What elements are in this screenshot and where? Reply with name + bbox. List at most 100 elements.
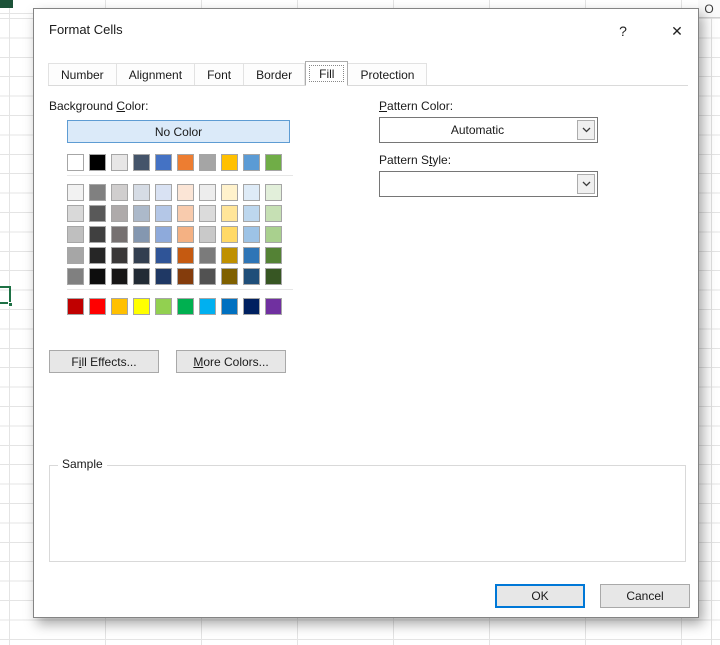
color-swatch[interactable] [199, 298, 216, 315]
palette-row [67, 154, 293, 171]
color-swatch[interactable] [67, 298, 84, 315]
pattern-style-dropdown[interactable] [379, 171, 598, 197]
selection-fill-handle[interactable] [8, 302, 13, 307]
color-swatch[interactable] [221, 154, 238, 171]
color-swatch[interactable] [155, 226, 172, 243]
color-swatch[interactable] [221, 226, 238, 243]
color-swatch[interactable] [265, 247, 282, 264]
fill-effects-button[interactable]: Fill Effects... [49, 350, 159, 373]
color-swatch[interactable] [67, 247, 84, 264]
color-swatch[interactable] [111, 205, 128, 222]
color-swatch[interactable] [89, 205, 106, 222]
palette-separator [67, 175, 293, 176]
color-swatch[interactable] [221, 205, 238, 222]
color-swatch[interactable] [177, 268, 194, 285]
color-swatch[interactable] [133, 154, 150, 171]
color-swatch[interactable] [133, 205, 150, 222]
color-swatch[interactable] [89, 268, 106, 285]
color-swatch[interactable] [199, 226, 216, 243]
color-swatch[interactable] [243, 247, 260, 264]
pattern-style-dropdown-button[interactable] [577, 174, 595, 194]
color-swatch[interactable] [265, 226, 282, 243]
color-swatch[interactable] [177, 226, 194, 243]
sample-groupbox: Sample [49, 465, 686, 562]
pattern-style-value [380, 172, 575, 196]
color-swatch[interactable] [89, 298, 106, 315]
color-swatch[interactable] [265, 154, 282, 171]
color-swatch[interactable] [243, 205, 260, 222]
color-swatch[interactable] [243, 226, 260, 243]
color-swatch[interactable] [177, 298, 194, 315]
more-colors-button[interactable]: More Colors... [176, 350, 286, 373]
color-swatch[interactable] [265, 184, 282, 201]
pattern-color-dropdown[interactable]: Automatic [379, 117, 598, 143]
color-swatch[interactable] [155, 298, 172, 315]
tab-number[interactable]: Number [48, 63, 117, 85]
color-swatch[interactable] [155, 268, 172, 285]
dialog-titlebar[interactable]: Format Cells ? ✕ [34, 9, 698, 53]
palette-row [67, 268, 293, 285]
sheet-corner-fragment [0, 0, 13, 8]
color-swatch[interactable] [89, 154, 106, 171]
close-icon[interactable]: ✕ [664, 19, 690, 43]
column-header-o[interactable]: O [698, 0, 720, 18]
color-swatch[interactable] [133, 268, 150, 285]
color-swatch[interactable] [67, 154, 84, 171]
color-swatch[interactable] [199, 268, 216, 285]
color-swatch[interactable] [199, 184, 216, 201]
color-swatch[interactable] [177, 205, 194, 222]
color-swatch[interactable] [265, 205, 282, 222]
color-swatch[interactable] [111, 184, 128, 201]
no-color-button[interactable]: No Color [67, 120, 290, 143]
color-swatch[interactable] [111, 226, 128, 243]
chevron-down-icon [582, 181, 591, 187]
color-swatch[interactable] [221, 184, 238, 201]
color-swatch[interactable] [133, 226, 150, 243]
color-swatch[interactable] [265, 298, 282, 315]
grid-line [711, 0, 712, 645]
tab-protection[interactable]: Protection [348, 63, 427, 85]
color-swatch[interactable] [67, 184, 84, 201]
ok-button[interactable]: OK [495, 584, 585, 608]
color-swatch[interactable] [111, 298, 128, 315]
pattern-color-dropdown-button[interactable] [577, 120, 595, 140]
color-swatch[interactable] [243, 298, 260, 315]
color-swatch[interactable] [243, 184, 260, 201]
tab-font[interactable]: Font [195, 63, 244, 85]
tab-border[interactable]: Border [244, 63, 305, 85]
color-swatch[interactable] [133, 184, 150, 201]
color-swatch[interactable] [199, 247, 216, 264]
color-swatch[interactable] [67, 205, 84, 222]
no-color-label: No Color [155, 125, 202, 139]
color-swatch[interactable] [67, 226, 84, 243]
help-button[interactable]: ? [612, 20, 634, 42]
pattern-color-value: Automatic [380, 118, 575, 142]
color-swatch[interactable] [177, 184, 194, 201]
color-swatch[interactable] [155, 184, 172, 201]
color-swatch[interactable] [111, 268, 128, 285]
color-swatch[interactable] [177, 247, 194, 264]
tab-alignment[interactable]: Alignment [117, 63, 195, 85]
color-swatch[interactable] [111, 154, 128, 171]
color-swatch[interactable] [221, 268, 238, 285]
cancel-button[interactable]: Cancel [600, 584, 690, 608]
color-swatch[interactable] [89, 184, 106, 201]
color-swatch[interactable] [133, 247, 150, 264]
color-swatch[interactable] [67, 268, 84, 285]
color-swatch[interactable] [221, 247, 238, 264]
color-swatch[interactable] [155, 247, 172, 264]
color-swatch[interactable] [155, 154, 172, 171]
color-swatch[interactable] [199, 154, 216, 171]
color-swatch[interactable] [177, 154, 194, 171]
color-swatch[interactable] [199, 205, 216, 222]
color-swatch[interactable] [243, 268, 260, 285]
color-swatch[interactable] [111, 247, 128, 264]
color-swatch[interactable] [89, 226, 106, 243]
color-swatch[interactable] [243, 154, 260, 171]
color-swatch[interactable] [89, 247, 106, 264]
color-swatch[interactable] [265, 268, 282, 285]
color-swatch[interactable] [133, 298, 150, 315]
color-swatch[interactable] [155, 205, 172, 222]
color-swatch[interactable] [221, 298, 238, 315]
tab-fill[interactable]: Fill [305, 61, 348, 86]
